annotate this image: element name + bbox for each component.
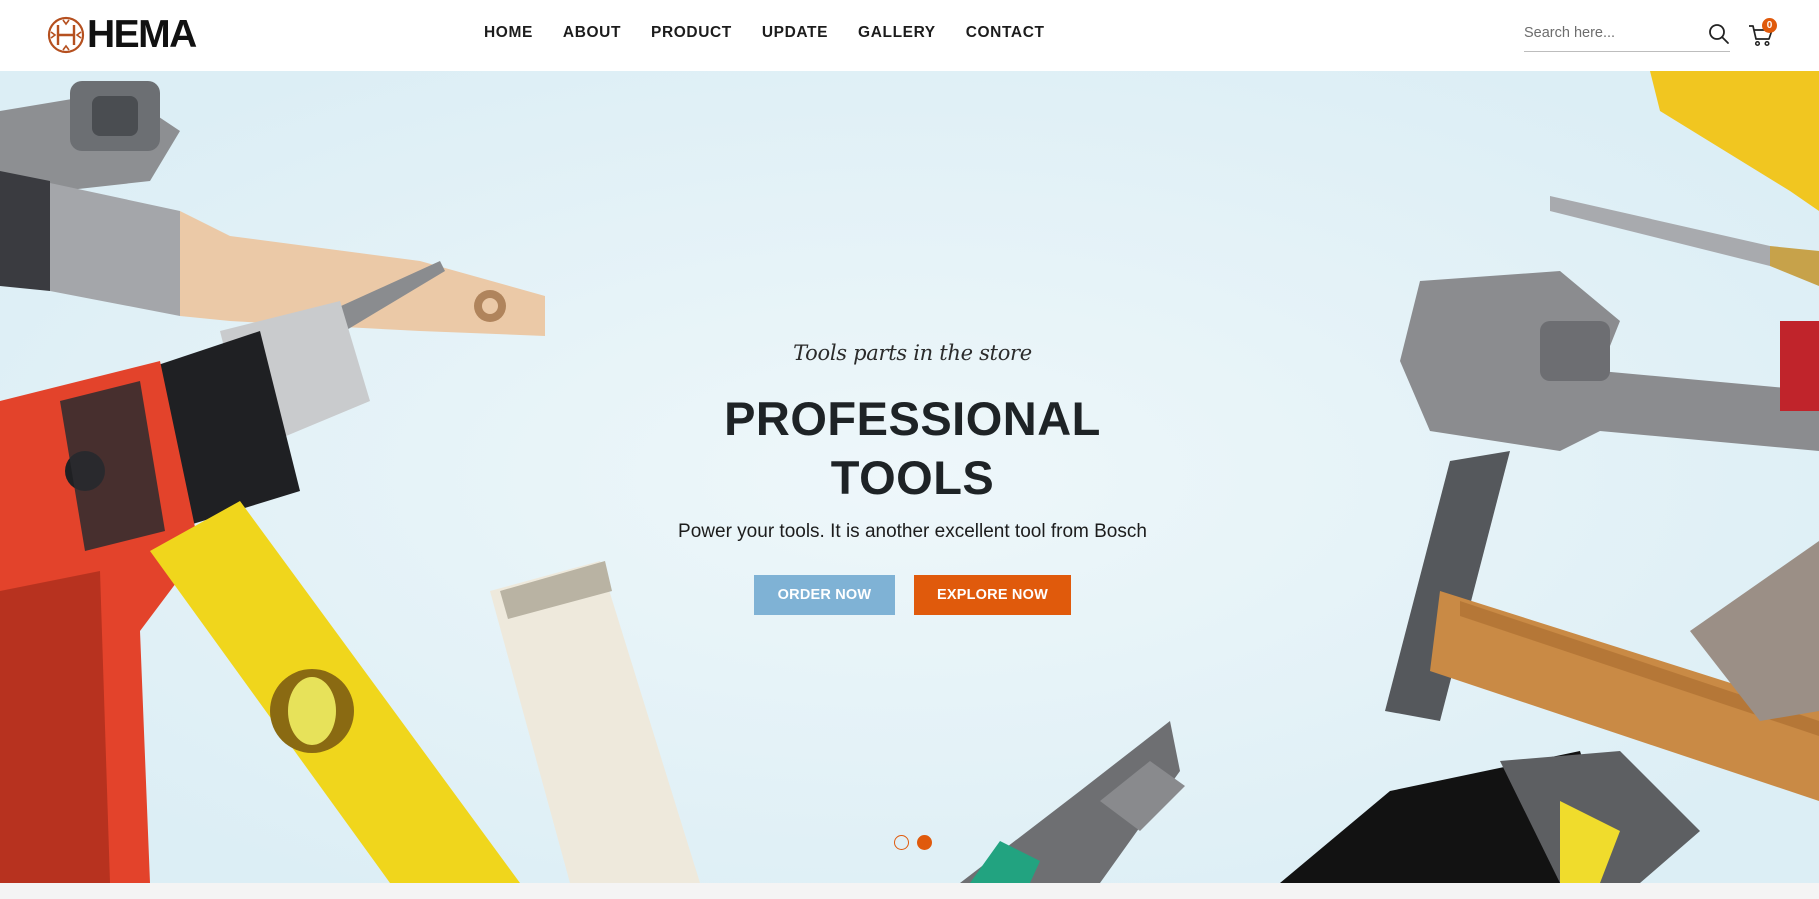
slider-dot-2[interactable] <box>917 835 932 850</box>
hero-headline: PROFESSIONAL TOOLS <box>0 389 1819 507</box>
brand-logo[interactable]: HEMA <box>46 13 197 56</box>
hero-subtext: Power your tools. It is another excellen… <box>678 521 1147 542</box>
logo-mark-icon <box>47 16 85 54</box>
nav-home[interactable]: HOME <box>484 24 533 42</box>
hero-tagline: Tools parts in the store <box>793 341 1032 365</box>
explore-now-button[interactable]: EXPLORE NOW <box>914 575 1071 615</box>
site-header: HEMA HOME ABOUT PRODUCT UPDATE GALLERY C… <box>0 0 1819 71</box>
headline-line-2: TOOLS <box>830 451 995 504</box>
main-nav: HOME ABOUT PRODUCT UPDATE GALLERY CONTAC… <box>484 24 1075 42</box>
hero-content: Tools parts in the store PROFESSIONAL TO… <box>0 71 1819 883</box>
search-box <box>1524 15 1730 52</box>
search-icon[interactable] <box>1708 23 1730 45</box>
brand-name: HEMA <box>87 13 197 56</box>
order-now-button[interactable]: ORDER NOW <box>754 575 895 615</box>
slider-dot-1[interactable] <box>894 835 909 850</box>
nav-product[interactable]: PRODUCT <box>651 24 732 42</box>
nav-contact[interactable]: CONTACT <box>966 24 1045 42</box>
nav-about[interactable]: ABOUT <box>563 24 621 42</box>
slider-dots <box>894 835 940 850</box>
headline-line-1: PROFESSIONAL <box>724 392 1101 445</box>
cart-count-badge: 0 <box>1762 18 1777 33</box>
nav-update[interactable]: UPDATE <box>762 24 828 42</box>
hero-slider: Tools parts in the store PROFESSIONAL TO… <box>0 71 1819 883</box>
search-input[interactable] <box>1524 15 1694 51</box>
nav-gallery[interactable]: GALLERY <box>858 24 936 42</box>
